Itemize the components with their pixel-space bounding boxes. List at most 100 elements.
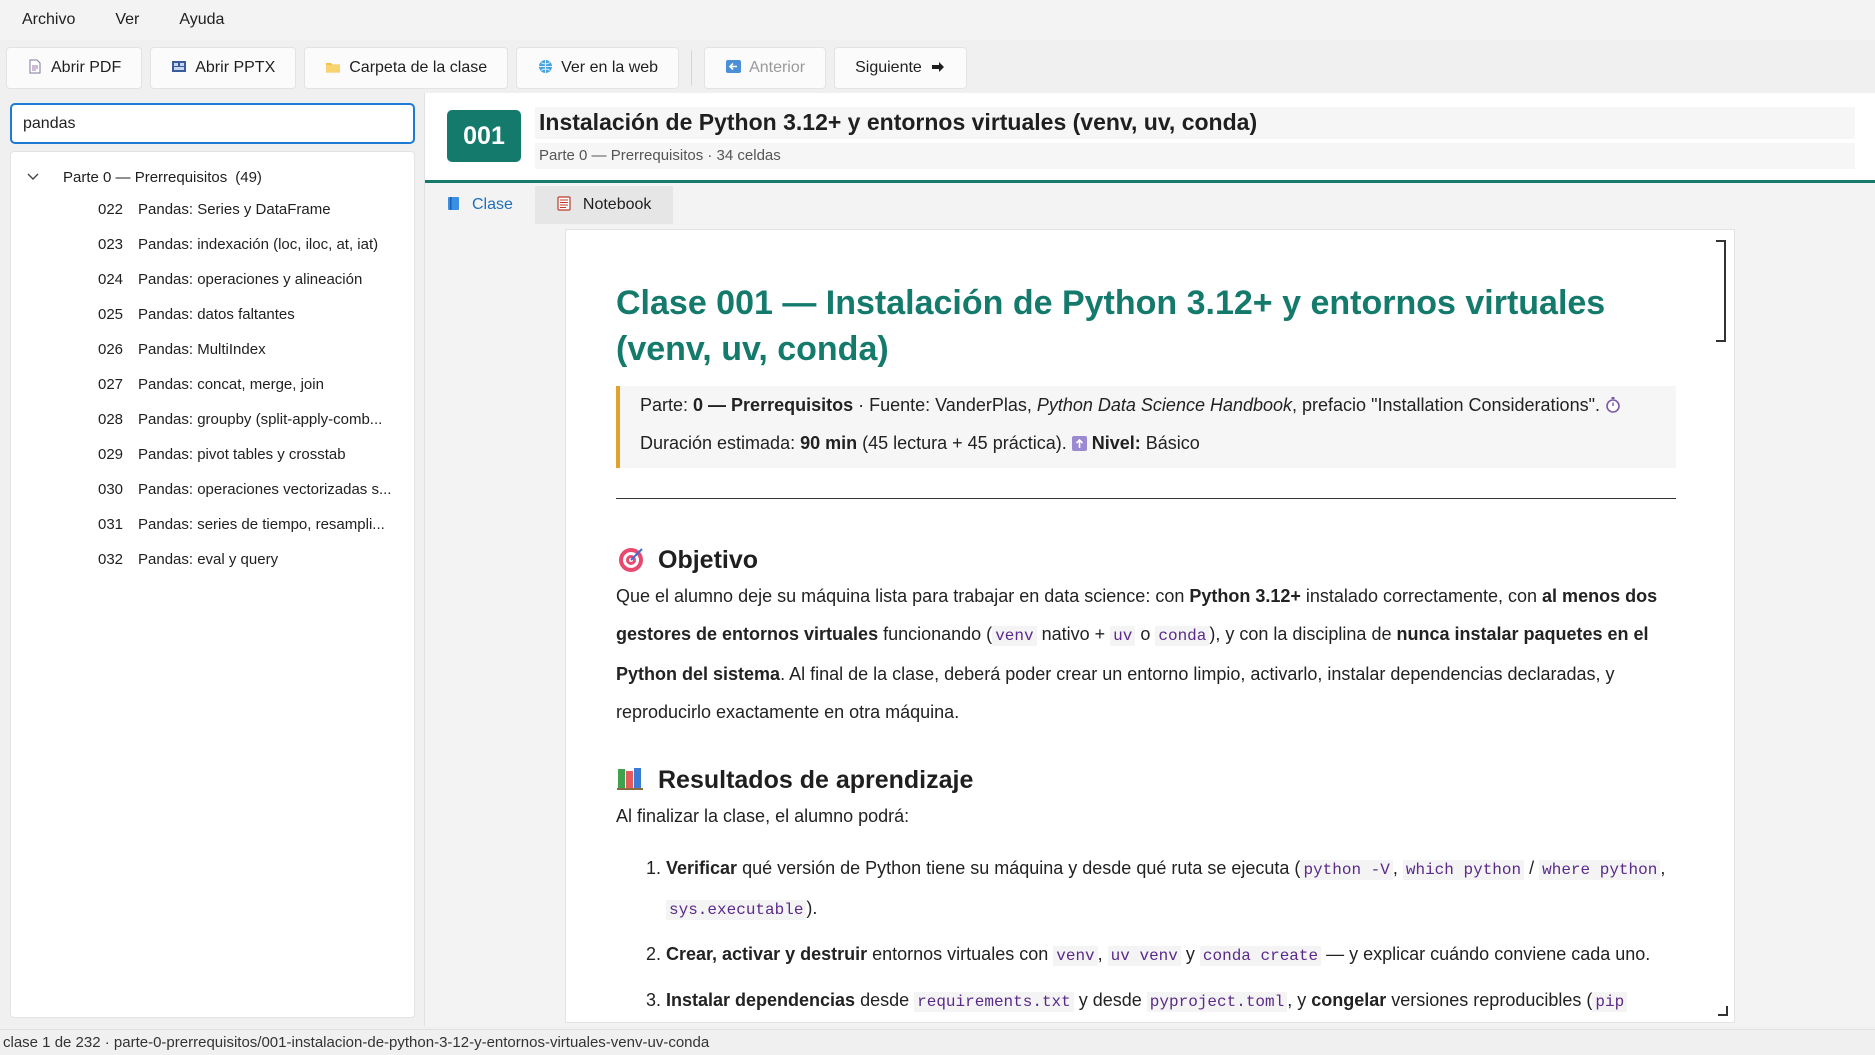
tree-item-028[interactable]: 028 Pandas: groupby (split-apply-comb... bbox=[11, 402, 414, 437]
class-header: 001 Instalación de Python 3.12+ y entorn… bbox=[425, 93, 1875, 183]
tree-item-027[interactable]: 027 Pandas: concat, merge, join bbox=[11, 367, 414, 402]
tab-clase-label: Clase bbox=[472, 196, 513, 213]
tree-item-number: 026 bbox=[98, 341, 124, 358]
arrow-right-icon bbox=[930, 60, 946, 76]
heading-objetivo-text: Objetivo bbox=[658, 545, 759, 574]
tree-item-030[interactable]: 030 Pandas: operaciones vectorizadas s... bbox=[11, 472, 414, 507]
objetivo-text: Que el alumno deje su máquina lista para… bbox=[616, 586, 1190, 606]
tree-item-title: Pandas: pivot tables y crosstab bbox=[138, 446, 346, 463]
inline-code: conda bbox=[1155, 626, 1210, 646]
menu-ayuda[interactable]: Ayuda bbox=[167, 11, 236, 29]
list-item-text: entornos virtuales con bbox=[867, 944, 1054, 964]
status-bar: clase 1 de 232 · parte-0-prerrequisitos/… bbox=[0, 1029, 1875, 1055]
meta-duracion-value: 90 min bbox=[800, 433, 858, 453]
resize-grip-icon[interactable] bbox=[1718, 1006, 1728, 1016]
tree-item-023[interactable]: 023 Pandas: indexación (loc, iloc, at, ia… bbox=[11, 227, 414, 262]
class-document[interactable]: Clase 001 — Instalación de Python 3.12+ … bbox=[565, 229, 1735, 1023]
meta-parte-value: 0 — Prerrequisitos bbox=[693, 395, 854, 415]
class-folder-button[interactable]: Carpeta de la clase bbox=[304, 47, 509, 89]
meta-box: Parte: 0 — Prerrequisitos · Fuente: Vand… bbox=[616, 386, 1676, 468]
view-web-button[interactable]: Ver en la web bbox=[516, 47, 680, 89]
pdf-file-icon bbox=[27, 59, 43, 77]
page-subtitle: Parte 0 — Prerrequisitos · 34 celdas bbox=[539, 147, 781, 164]
tree-item-024[interactable]: 024 Pandas: operaciones y alineación bbox=[11, 262, 414, 297]
class-tree[interactable]: Parte 0 — Prerrequisitos (49) 022 Pandas:… bbox=[10, 151, 415, 1018]
page-title: Instalación de Python 3.12+ y entornos v… bbox=[539, 109, 1258, 135]
tree-item-022[interactable]: 022 Pandas: Series y DataFrame bbox=[11, 192, 414, 227]
open-pptx-button[interactable]: Abrir PPTX bbox=[150, 47, 297, 89]
tree-parent-count: (49) bbox=[235, 168, 262, 186]
document-scrollbar[interactable] bbox=[1714, 240, 1726, 1014]
list-item-bold: Verificar bbox=[666, 858, 738, 878]
list-item-text: ). bbox=[806, 898, 818, 918]
tree-item-number: 024 bbox=[98, 271, 124, 288]
scrollbar-thumb[interactable] bbox=[1724, 240, 1726, 342]
objetivo-text: nativo + bbox=[1036, 624, 1111, 644]
tree-item-number: 028 bbox=[98, 411, 124, 428]
tree-item-031[interactable]: 031 Pandas: series de tiempo, resampli... bbox=[11, 507, 414, 542]
inline-code: python -V bbox=[1300, 860, 1393, 880]
scrollbar-cap-bottom bbox=[1716, 340, 1726, 342]
tab-clase[interactable]: Clase bbox=[425, 186, 535, 224]
books-icon bbox=[616, 765, 646, 795]
view-web-label: Ver en la web bbox=[561, 59, 659, 76]
tree-item-number: 022 bbox=[98, 201, 124, 218]
search-input[interactable] bbox=[10, 103, 415, 144]
menu-archivo[interactable]: Archivo bbox=[10, 11, 87, 29]
tab-notebook-label: Notebook bbox=[582, 196, 652, 213]
tree-item-title: Pandas: Series y DataFrame bbox=[138, 201, 331, 218]
list-item-bold: Instalar dependencias bbox=[666, 990, 856, 1010]
tree-item-029[interactable]: 029 Pandas: pivot tables y crosstab bbox=[11, 437, 414, 472]
tree-item-number: 023 bbox=[98, 236, 124, 253]
tree-item-title: Pandas: groupby (split-apply-comb... bbox=[138, 411, 383, 428]
chevron-down-icon[interactable] bbox=[27, 170, 49, 184]
list-item-text: , bbox=[1097, 944, 1108, 964]
next-button[interactable]: Siguiente bbox=[834, 47, 967, 89]
list-item-bold: Crear, activar y destruir bbox=[666, 944, 868, 964]
menubar: Archivo Ver Ayuda bbox=[0, 0, 1875, 40]
left-pane: Parte 0 — Prerrequisitos (49) 022 Pandas:… bbox=[0, 93, 425, 1026]
tree-item-title: Pandas: operaciones y alineación bbox=[138, 271, 363, 288]
notebook-icon bbox=[557, 196, 571, 214]
open-pdf-button[interactable]: Abrir PDF bbox=[6, 47, 143, 89]
tree-item-title: Pandas: series de tiempo, resampli... bbox=[138, 516, 385, 533]
document-title: Clase 001 — Instalación de Python 3.12+ … bbox=[616, 284, 1606, 368]
tree-item-title: Pandas: MultiIndex bbox=[138, 341, 266, 358]
class-number-badge: 001 bbox=[447, 110, 521, 162]
target-icon bbox=[616, 545, 646, 575]
list-item-text: desde bbox=[855, 990, 915, 1010]
tab-bar: Clase Notebook bbox=[425, 186, 674, 224]
open-pptx-label: Abrir PPTX bbox=[195, 59, 276, 76]
inline-code: pip bbox=[1592, 992, 1628, 1012]
tree-parent-parte-0[interactable]: Parte 0 — Prerrequisitos (49) bbox=[11, 162, 414, 192]
tree-item-number: 029 bbox=[98, 446, 124, 463]
list-item-text: , bbox=[1660, 858, 1666, 878]
inline-code: venv bbox=[992, 626, 1037, 646]
tree-item-026[interactable]: 026 Pandas: MultiIndex bbox=[11, 332, 414, 367]
document-content: Clase 001 — Instalación de Python 3.12+ … bbox=[616, 230, 1676, 1022]
previous-label: Anterior bbox=[749, 59, 806, 76]
tree-item-number: 025 bbox=[98, 306, 124, 323]
inline-code: pyproject.toml bbox=[1146, 992, 1288, 1012]
tree-item-number: 031 bbox=[98, 516, 124, 533]
tree-item-025[interactable]: 025 Pandas: datos faltantes bbox=[11, 297, 414, 332]
book-icon bbox=[447, 196, 460, 214]
objetivo-text: ), y con la disciplina de bbox=[1209, 624, 1397, 644]
list-item-text: , bbox=[1392, 858, 1403, 878]
status-text: clase 1 de 232 · parte-0-prerrequisitos/… bbox=[3, 1034, 710, 1051]
previous-button[interactable]: Anterior bbox=[704, 47, 827, 89]
inline-code: conda create bbox=[1199, 946, 1322, 966]
tree-item-032[interactable]: 032 Pandas: eval y query bbox=[11, 542, 414, 577]
list-item-text: y desde bbox=[1073, 990, 1147, 1010]
menu-ver[interactable]: Ver bbox=[103, 11, 151, 29]
folder-icon bbox=[325, 60, 341, 76]
objetivo-text: funcionando ( bbox=[878, 624, 993, 644]
stopwatch-icon bbox=[1605, 395, 1621, 415]
list-item: Instalar dependencias desde requirements… bbox=[666, 981, 1676, 1021]
inline-code: uv bbox=[1110, 626, 1136, 646]
meta-fuente-prefix: · Fuente: VanderPlas, bbox=[853, 395, 1037, 415]
resultados-list: Verificar qué versión de Python tiene su… bbox=[616, 849, 1676, 1021]
tab-notebook[interactable]: Notebook bbox=[534, 186, 674, 224]
objetivo-bold: Python 3.12+ bbox=[1189, 586, 1301, 606]
toolbar-separator bbox=[691, 50, 693, 86]
